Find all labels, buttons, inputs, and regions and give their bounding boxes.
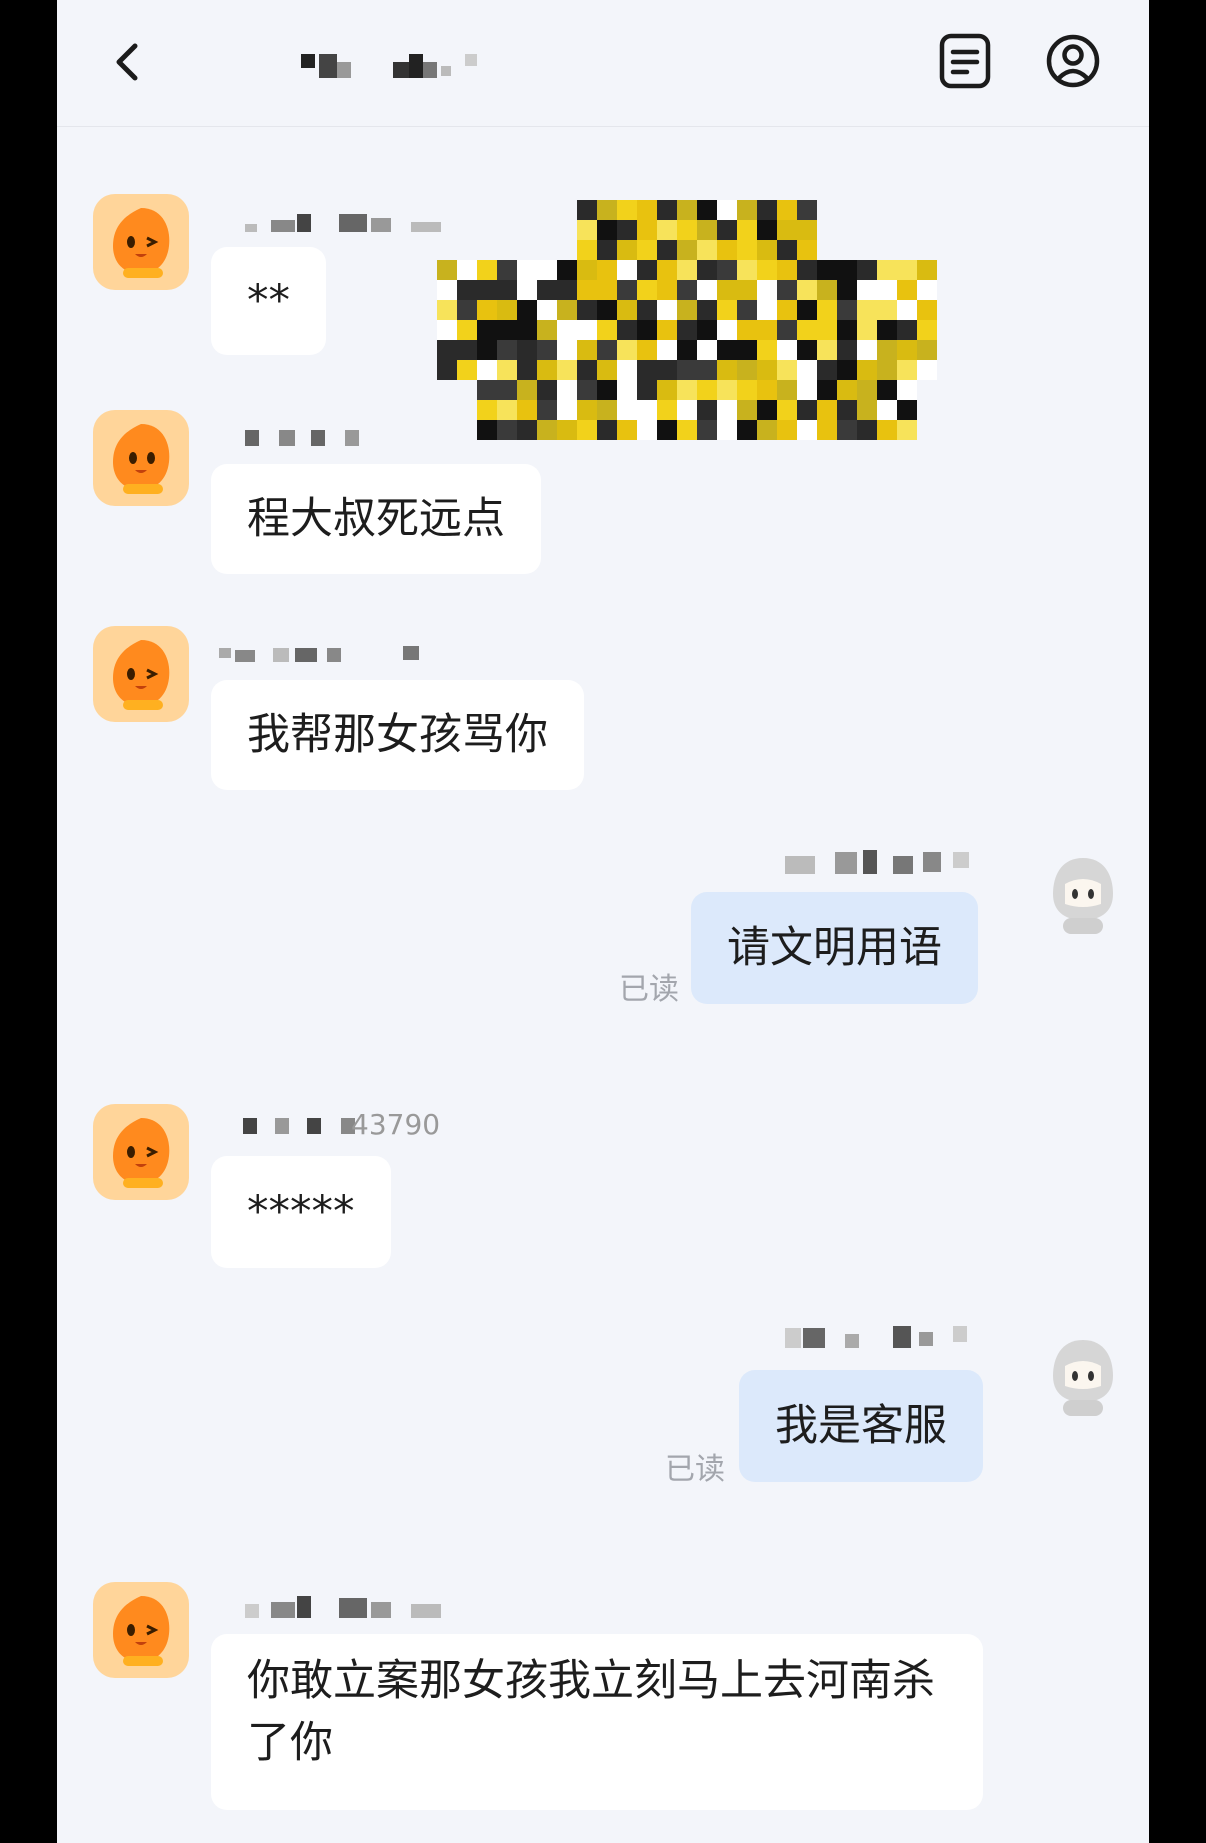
redaction-mosaic-image [437, 200, 937, 440]
screen-bottom-edge [57, 1803, 1149, 1843]
read-status: 已读 [665, 1452, 725, 1487]
back-icon[interactable] [107, 40, 151, 84]
message-bubble-incoming[interactable]: 程大叔死远点 [211, 464, 541, 574]
orange-mascot-icon[interactable] [93, 410, 189, 506]
profile-icon[interactable] [1045, 30, 1101, 92]
chat-title-redacted [301, 54, 477, 78]
sender-name-redacted [785, 1326, 967, 1348]
chat-screen: ** 程大叔死远点 我帮那女孩骂你 请文明用语 已读 43790 ***** 我… [57, 0, 1149, 1843]
sender-name-redacted [245, 430, 359, 446]
gray-hooded-agent-icon[interactable] [1035, 1330, 1131, 1426]
message-bubble-incoming[interactable]: 我帮那女孩骂你 [211, 680, 584, 790]
chat-header [57, 0, 1149, 127]
message-bubble-outgoing[interactable]: 我是客服 [739, 1370, 983, 1482]
orange-mascot-icon[interactable] [93, 1582, 189, 1678]
message-bubble-outgoing[interactable]: 请文明用语 [691, 892, 978, 1004]
read-status: 已读 [619, 972, 679, 1007]
sender-name-redacted [219, 646, 419, 662]
gray-hooded-agent-icon[interactable] [1035, 848, 1131, 944]
orange-mascot-icon[interactable] [93, 626, 189, 722]
sender-name-redacted [785, 850, 969, 874]
message-bubble-incoming[interactable]: 你敢立案那女孩我立刻马上去河南杀了你 [211, 1634, 983, 1810]
notes-icon[interactable] [937, 30, 993, 92]
message-bubble-incoming[interactable]: ***** [211, 1156, 391, 1268]
sender-name-redacted [243, 1118, 355, 1134]
sender-id-fragment: 43790 [351, 1108, 441, 1141]
sender-name-redacted [245, 1596, 441, 1618]
orange-mascot-icon[interactable] [93, 1104, 189, 1200]
sender-name-partial: 43790 [241, 1108, 501, 1141]
message-bubble-incoming[interactable]: ** [211, 247, 326, 355]
orange-mascot-icon[interactable] [93, 194, 189, 290]
